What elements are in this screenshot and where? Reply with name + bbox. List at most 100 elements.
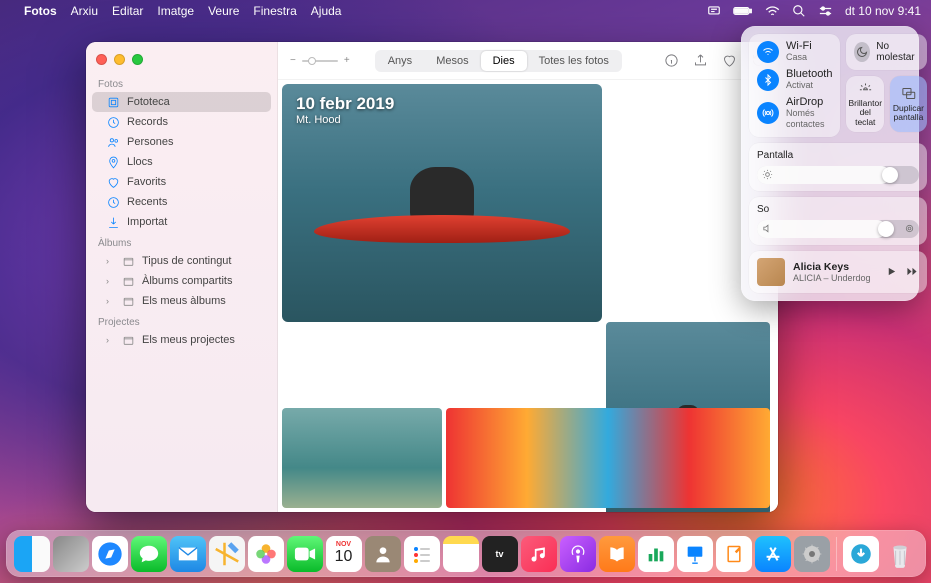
dock-preferences[interactable] xyxy=(794,536,830,572)
wifi-icon[interactable] xyxy=(765,5,780,17)
menubar-clock[interactable]: dt 10 nov 9:41 xyxy=(845,4,921,18)
dock-keynote[interactable] xyxy=(677,536,713,572)
hero-photo[interactable]: 10 febr 2019 Mt. Hood xyxy=(282,84,602,322)
calendar-day: 10 xyxy=(335,548,353,566)
battery-icon[interactable] xyxy=(733,5,753,17)
dock-pages[interactable] xyxy=(716,536,752,572)
cc-wifi[interactable]: Wi-FiCasa xyxy=(757,41,832,63)
window-controls xyxy=(86,48,277,73)
sidebar-item-library[interactable]: Fototeca xyxy=(92,92,271,112)
sidebar-item-memories[interactable]: Records xyxy=(92,112,271,132)
album-icon xyxy=(121,254,135,268)
dock-notes[interactable] xyxy=(443,536,479,572)
sidebar-item-label: Els meus projectes xyxy=(142,334,235,346)
sidebar-item-people[interactable]: Persones xyxy=(92,132,271,152)
menu-bar: Fotos Arxiu Editar Imatge Veure Finestra… xyxy=(0,0,931,22)
menu-help[interactable]: Ajuda xyxy=(311,4,342,18)
control-center-icon[interactable] xyxy=(818,5,833,17)
sidebar-item-shared-albums[interactable]: ›Àlbums compartits xyxy=(92,271,271,291)
photo-thumbnail[interactable] xyxy=(446,408,770,508)
sidebar-item-recents[interactable]: Recents xyxy=(92,192,271,212)
dock-music[interactable] xyxy=(521,536,557,572)
zoom-slider[interactable]: −+ xyxy=(290,55,350,66)
menu-image[interactable]: Imatge xyxy=(157,4,194,18)
sidebar-item-label: Persones xyxy=(127,136,173,148)
sidebar-item-my-albums[interactable]: ›Els meus àlbums xyxy=(92,291,271,311)
zoom-button[interactable] xyxy=(132,54,143,65)
sidebar-item-label: Records xyxy=(127,116,168,128)
dock-mail[interactable] xyxy=(170,536,206,572)
dock-downloads[interactable] xyxy=(843,536,879,572)
sidebar-item-favorites[interactable]: Favorits xyxy=(92,172,271,192)
dock-finder[interactable] xyxy=(14,536,50,572)
dock-tv[interactable]: tv xyxy=(482,536,518,572)
cc-dnd[interactable]: No molestar xyxy=(846,34,926,70)
sidebar-item-label: Favorits xyxy=(127,176,166,188)
photo-thumbnail[interactable] xyxy=(282,408,442,508)
bluetooth-icon xyxy=(757,69,779,91)
segment-years[interactable]: Anys xyxy=(376,51,424,71)
cc-display-slider[interactable]: Pantalla xyxy=(749,143,927,191)
airplay-audio-icon[interactable] xyxy=(904,223,915,234)
cc-keyboard-brightness[interactable]: Brillantor del teclat xyxy=(846,76,884,132)
dock-reminders[interactable] xyxy=(404,536,440,572)
app-menu[interactable]: Fotos xyxy=(24,4,57,18)
spotlight-icon[interactable] xyxy=(792,4,806,18)
dock-calendar[interactable]: NOV10 xyxy=(326,536,362,572)
dock-photos[interactable] xyxy=(248,536,284,572)
cc-bluetooth[interactable]: BluetoothActivat xyxy=(757,69,832,91)
hero-place: Mt. Hood xyxy=(296,114,394,126)
sidebar-item-label: Llocs xyxy=(127,156,153,168)
minimize-button[interactable] xyxy=(114,54,125,65)
segment-all[interactable]: Totes les fotos xyxy=(527,51,621,71)
chevron-right-icon: › xyxy=(106,296,114,306)
calendar-month: NOV xyxy=(336,541,351,548)
cc-airdrop[interactable]: AirDropNomés contactes xyxy=(757,97,832,130)
dock-appstore[interactable] xyxy=(755,536,791,572)
dock-messages[interactable] xyxy=(131,536,167,572)
dock-podcasts[interactable] xyxy=(560,536,596,572)
dock-numbers[interactable] xyxy=(638,536,674,572)
cc-dnd-label: No molestar xyxy=(876,41,919,63)
segment-months[interactable]: Mesos xyxy=(424,51,480,71)
cc-screen-mirroring[interactable]: Duplicar pantalla xyxy=(890,76,927,132)
info-icon[interactable] xyxy=(664,53,679,68)
segment-days[interactable]: Dies xyxy=(481,51,527,71)
dock-facetime[interactable] xyxy=(287,536,323,572)
cc-media-track: ALICIA – Underdog xyxy=(793,273,871,283)
sidebar-item-label: Tipus de contingut xyxy=(142,255,231,267)
dock-trash[interactable] xyxy=(882,536,918,572)
cc-airdrop-title: AirDrop xyxy=(786,97,832,108)
content-area: −+ Anys Mesos Dies Totes les fotos 10 fe… xyxy=(278,42,778,512)
favorite-icon[interactable] xyxy=(722,53,737,68)
chevron-right-icon: › xyxy=(106,335,114,345)
sidebar-item-imported[interactable]: Importat xyxy=(92,212,271,232)
share-icon[interactable] xyxy=(693,53,708,68)
clock-icon xyxy=(106,115,120,129)
sidebar-item-places[interactable]: Llocs xyxy=(92,152,271,172)
dock-safari[interactable] xyxy=(92,536,128,572)
cc-now-playing[interactable]: Alicia Keys ALICIA – Underdog xyxy=(749,251,927,293)
language-icon[interactable] xyxy=(707,4,721,18)
speaker-icon xyxy=(762,223,773,234)
menu-view[interactable]: Veure xyxy=(208,4,239,18)
sidebar-item-mediatypes[interactable]: ›Tipus de contingut xyxy=(92,251,271,271)
sidebar-item-my-projects[interactable]: › Els meus projectes xyxy=(92,330,271,350)
cc-sound-slider[interactable]: So xyxy=(749,197,927,245)
dock-books[interactable] xyxy=(599,536,635,572)
close-button[interactable] xyxy=(96,54,107,65)
hero-label: 10 febr 2019 Mt. Hood xyxy=(296,94,394,126)
menu-edit[interactable]: Editar xyxy=(112,4,143,18)
dock-launchpad[interactable] xyxy=(53,536,89,572)
cc-display-label: Pantalla xyxy=(757,150,919,161)
forward-icon[interactable] xyxy=(905,266,919,277)
cc-network-tile: Wi-FiCasa BluetoothActivat AirDropNomés … xyxy=(749,34,840,137)
album-icon xyxy=(121,333,135,347)
dock-contacts[interactable] xyxy=(365,536,401,572)
menu-window[interactable]: Finestra xyxy=(253,4,296,18)
dock-maps[interactable] xyxy=(209,536,245,572)
play-icon[interactable] xyxy=(886,266,897,277)
menu-file[interactable]: Arxiu xyxy=(71,4,98,18)
tv-label: tv xyxy=(495,549,503,559)
sidebar-section-projects: Projectes xyxy=(86,311,277,330)
